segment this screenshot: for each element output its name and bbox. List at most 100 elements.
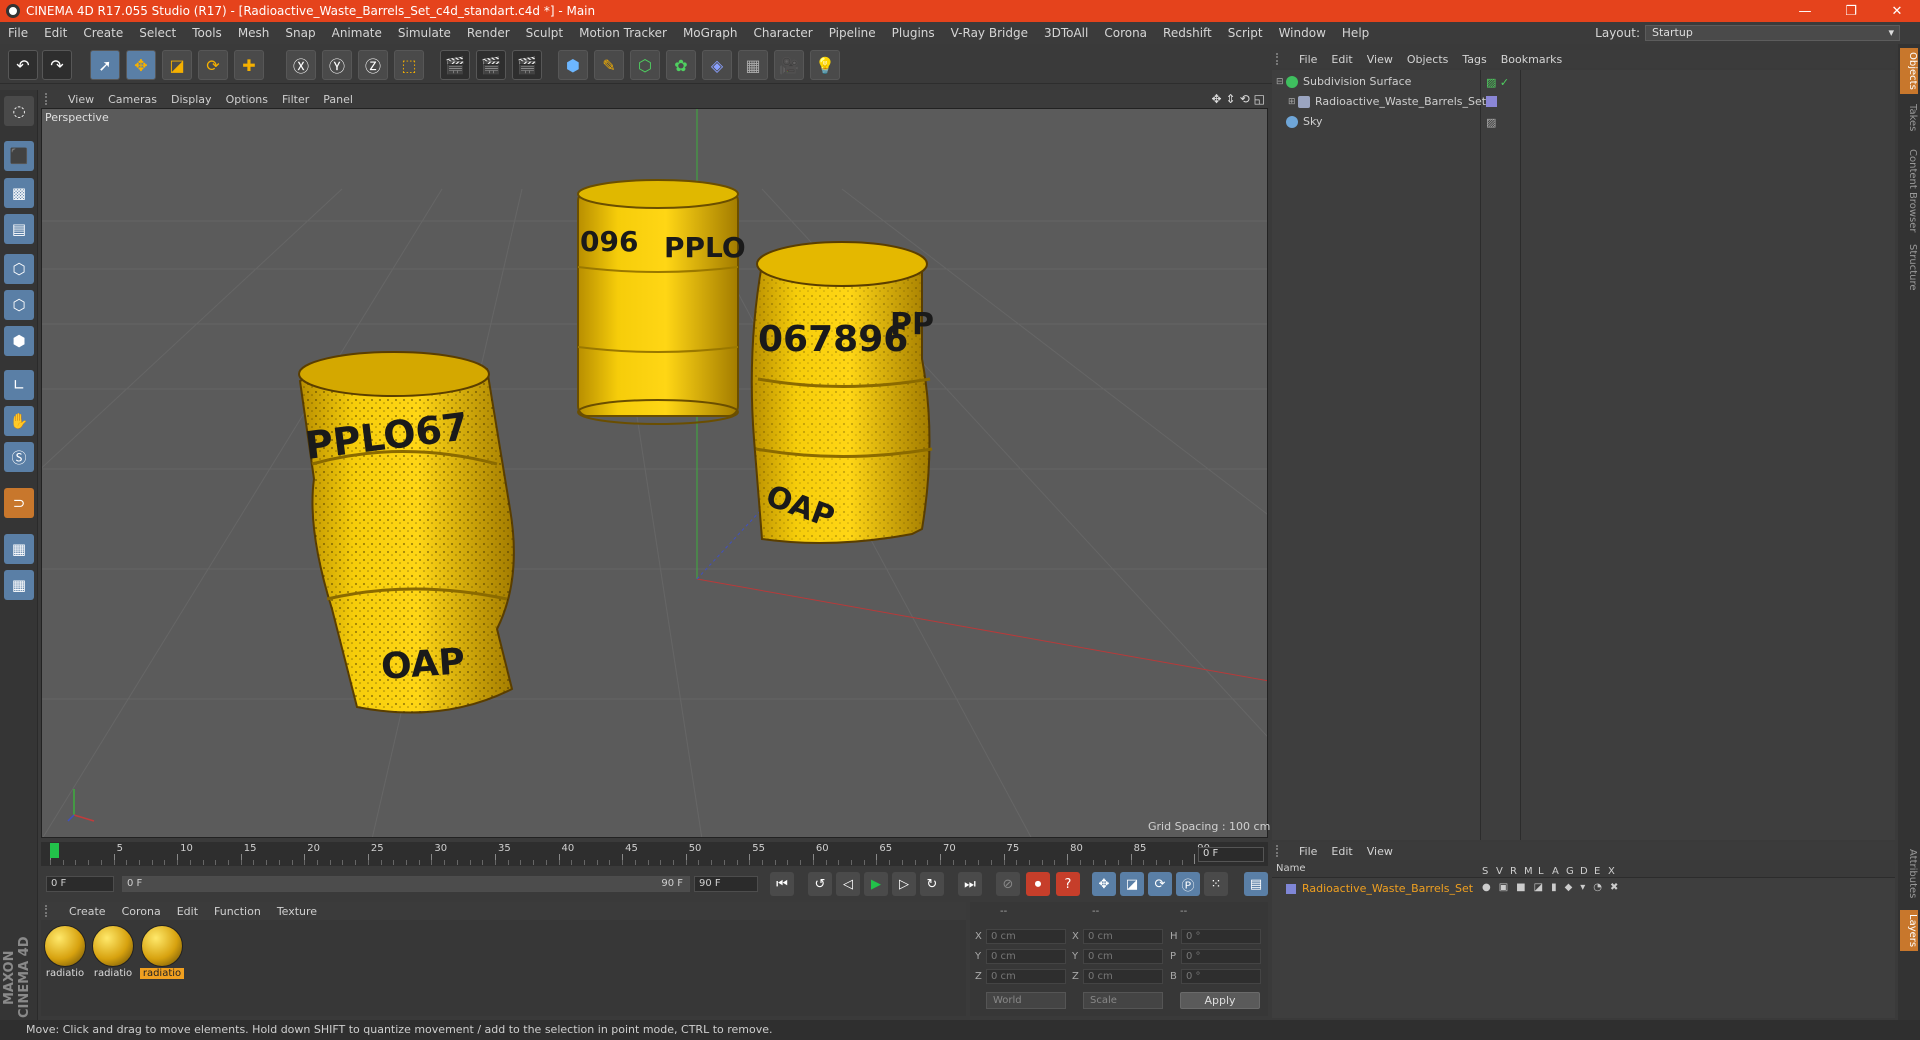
visibility-check-icon[interactable]: ▨ ✓: [1486, 76, 1509, 89]
expand-icon[interactable]: ⊞: [1288, 93, 1298, 111]
object-menu-edit[interactable]: Edit: [1324, 53, 1359, 66]
collapse-icon[interactable]: ⊟: [1276, 73, 1286, 91]
menu-render[interactable]: Render: [459, 22, 518, 44]
menu-script[interactable]: Script: [1220, 22, 1271, 44]
menu-tools[interactable]: Tools: [184, 22, 230, 44]
edges-mode-button[interactable]: ⬡: [4, 290, 34, 320]
viewport-menu-filter[interactable]: Filter: [275, 93, 316, 106]
object-menu-file[interactable]: File: [1292, 53, 1324, 66]
record-keys-button[interactable]: ⏺: [1026, 872, 1050, 896]
cube-primitive-button[interactable]: ⬢: [558, 50, 588, 80]
material-thumbnail[interactable]: radiatio: [91, 925, 135, 981]
pan-icon[interactable]: ✥: [1211, 92, 1221, 106]
key-position-button[interactable]: ✥: [1092, 872, 1116, 896]
points-mode-button[interactable]: ⬡: [4, 254, 34, 284]
key-scale-button[interactable]: ◪: [1120, 872, 1144, 896]
timeline-window-button[interactable]: ▤: [1244, 872, 1268, 896]
previous-frame-button[interactable]: ◁: [836, 872, 860, 896]
render-view-button[interactable]: 🎬: [440, 50, 470, 80]
menu-redshift[interactable]: Redshift: [1155, 22, 1220, 44]
menu-edit[interactable]: Edit: [36, 22, 75, 44]
coord-mode-dropdown[interactable]: Scale: [1083, 992, 1163, 1009]
camera-button[interactable]: 🎥: [774, 50, 804, 80]
snap-button[interactable]: Ⓢ: [4, 442, 34, 472]
rotation-b-field[interactable]: 0 °: [1181, 969, 1261, 984]
material-thumbnail-selected[interactable]: radiatio: [140, 925, 184, 981]
tab-layers[interactable]: Layers: [1900, 910, 1918, 952]
key-rotation-button[interactable]: ⟳: [1148, 872, 1172, 896]
position-y-field[interactable]: 0 cm: [986, 949, 1066, 964]
menu-snap[interactable]: Snap: [277, 22, 323, 44]
next-frame-button[interactable]: ▷: [892, 872, 916, 896]
end-frame-field[interactable]: 90 F: [694, 876, 758, 892]
render-picture-viewer-button[interactable]: 🎬: [476, 50, 506, 80]
orbit-icon[interactable]: ⟲: [1240, 92, 1250, 106]
model-mode-button[interactable]: ⬛: [4, 141, 34, 171]
apply-button[interactable]: Apply: [1180, 992, 1260, 1009]
layer-color-swatch[interactable]: [1286, 884, 1296, 894]
menu-window[interactable]: Window: [1271, 22, 1334, 44]
position-x-field[interactable]: 0 cm: [986, 929, 1066, 944]
menu-v-ray-bridge[interactable]: V-Ray Bridge: [943, 22, 1036, 44]
planar-workplane-button[interactable]: ▦: [4, 570, 34, 600]
menu-character[interactable]: Character: [745, 22, 820, 44]
go-to-start-button[interactable]: ⏮: [770, 872, 794, 896]
z-axis-lock-button[interactable]: Ⓩ: [358, 50, 388, 80]
material-menu-texture[interactable]: Texture: [269, 905, 325, 918]
move-tool-button[interactable]: ✥: [126, 50, 156, 80]
tab-takes[interactable]: Takes: [1900, 100, 1918, 135]
menu-3dtoall[interactable]: 3DToAll: [1036, 22, 1096, 44]
material-menu-edit[interactable]: Edit: [169, 905, 206, 918]
material-menu-corona[interactable]: Corona: [114, 905, 169, 918]
previous-key-button[interactable]: ↺: [808, 872, 832, 896]
size-y-field[interactable]: 0 cm: [1083, 949, 1163, 964]
live-select-button[interactable]: ✚: [234, 50, 264, 80]
restore-button[interactable]: ❐: [1828, 0, 1874, 22]
object-menu-view[interactable]: View: [1360, 53, 1400, 66]
material-thumbnail[interactable]: radiatio: [43, 925, 87, 981]
close-button[interactable]: ✕: [1874, 0, 1920, 22]
axis-mode-button[interactable]: ∟: [4, 370, 34, 400]
menu-simulate[interactable]: Simulate: [390, 22, 459, 44]
render-settings-button[interactable]: 🎬: [512, 50, 542, 80]
maximize-view-icon[interactable]: ◱: [1254, 92, 1265, 106]
viewport-menu-cameras[interactable]: Cameras: [101, 93, 164, 106]
rotation-h-field[interactable]: 0 °: [1181, 929, 1261, 944]
object-row[interactable]: Sky: [1286, 113, 1322, 131]
object-menu-bookmarks[interactable]: Bookmarks: [1494, 53, 1569, 66]
viewport-menu-options[interactable]: Options: [219, 93, 275, 106]
key-points-button[interactable]: ⁙: [1204, 872, 1228, 896]
tab-objects[interactable]: Objects: [1900, 48, 1918, 94]
tweak-mode-button[interactable]: ✋: [4, 406, 34, 436]
autokey-button[interactable]: ?: [1056, 872, 1080, 896]
scale-tool-button[interactable]: ◪: [162, 50, 192, 80]
object-menu-objects[interactable]: Objects: [1400, 53, 1456, 66]
position-z-field[interactable]: 0 cm: [986, 969, 1066, 984]
make-editable-button[interactable]: ◌: [4, 96, 34, 126]
menu-animate[interactable]: Animate: [324, 22, 390, 44]
size-z-field[interactable]: 0 cm: [1083, 969, 1163, 984]
minimize-button[interactable]: —: [1782, 0, 1828, 22]
select-tool-button[interactable]: ➚: [90, 50, 120, 80]
size-x-field[interactable]: 0 cm: [1083, 929, 1163, 944]
object-menu-tags[interactable]: Tags: [1455, 53, 1493, 66]
menu-select[interactable]: Select: [131, 22, 184, 44]
layer-color-icon[interactable]: [1486, 96, 1497, 107]
frame-range-slider[interactable]: 0 F 90 F: [122, 876, 690, 892]
coord-system-dropdown[interactable]: World: [986, 992, 1066, 1009]
layer-menu-file[interactable]: File: [1292, 845, 1324, 858]
subdivision-button[interactable]: ⬡: [630, 50, 660, 80]
floor-button[interactable]: ▦: [738, 50, 768, 80]
object-row[interactable]: ⊞ Radioactive_Waste_Barrels_Set: [1288, 93, 1486, 111]
viewport-menu-panel[interactable]: Panel: [316, 93, 360, 106]
coordinate-system-button[interactable]: ⬚: [394, 50, 424, 80]
rotation-p-field[interactable]: 0 °: [1181, 949, 1261, 964]
workplane-mode-button[interactable]: ▤: [4, 214, 34, 244]
layer-menu-edit[interactable]: Edit: [1324, 845, 1359, 858]
light-button[interactable]: 💡: [810, 50, 840, 80]
viewport-menu-view[interactable]: View: [61, 93, 101, 106]
dolly-icon[interactable]: ⇕: [1226, 92, 1236, 106]
texture-mode-button[interactable]: ▩: [4, 178, 34, 208]
menu-file[interactable]: File: [0, 22, 36, 44]
viewport-camera-label[interactable]: Perspective: [45, 111, 109, 124]
